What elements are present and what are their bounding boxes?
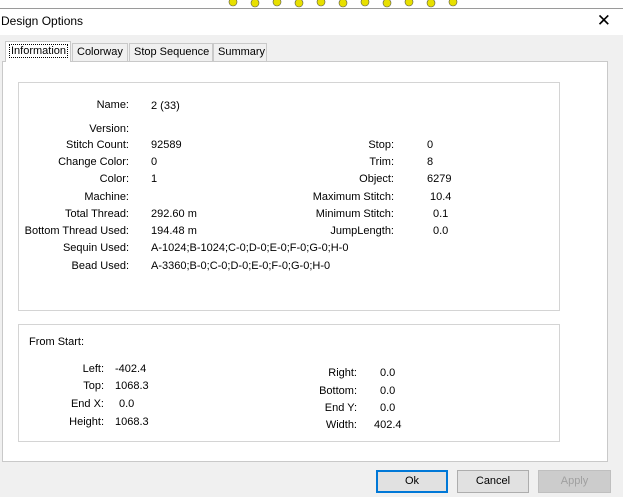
bottom-thread-label: Bottom Thread Used:: [24, 225, 129, 237]
name-label: Name:: [96, 99, 129, 111]
bottom-label: Bottom:: [319, 385, 357, 397]
bead-value: A-3360;B-0;C-0;D-0;E-0;F-0;G-0;H-0: [151, 260, 331, 272]
sequin-value: A-1024;B-1024;C-0;D-0;E-0;F-0;G-0;H-0: [151, 242, 349, 254]
stop-label: Stop:: [368, 139, 394, 151]
sequin-label: Sequin Used:: [62, 242, 129, 254]
bottom-thread-value: 194.48 m: [151, 225, 197, 237]
apply-button[interactable]: Apply: [538, 470, 611, 493]
dialog-title: Design Options: [1, 14, 84, 28]
cancel-button[interactable]: Cancel: [457, 470, 529, 493]
title-bar: Design Options ✕: [0, 9, 623, 35]
ok-button[interactable]: Ok: [376, 470, 448, 493]
width-label: Width:: [325, 419, 357, 431]
bead-label: Bead Used:: [71, 260, 129, 272]
max-stitch-value: 10.4: [430, 191, 452, 203]
machine-label: Machine:: [84, 191, 129, 203]
end-x-label: End X:: [70, 398, 104, 410]
right-value: 0.0: [380, 367, 396, 379]
height-label: Height:: [69, 416, 104, 428]
tab-information[interactable]: Information: [5, 41, 71, 62]
stitch-count-label: Stitch Count:: [66, 139, 129, 151]
jump-length-label: JumpLength:: [330, 225, 394, 237]
total-thread-label: Total Thread:: [64, 208, 129, 220]
bottom-value: 0.0: [380, 385, 396, 397]
from-start-group: From Start: Left: -402.4 Top: 1068.3 End…: [18, 324, 560, 442]
color-value: 1: [151, 173, 158, 185]
tab-summary-label: Summary: [218, 46, 266, 58]
right-label: Right:: [328, 367, 357, 379]
jump-length-value: 0.0: [433, 225, 449, 237]
tab-colorway-label: Colorway: [77, 46, 123, 58]
tab-stop-sequence-label: Stop Sequence: [134, 46, 210, 58]
close-icon[interactable]: ✕: [597, 12, 611, 29]
width-value: 402.4: [374, 419, 402, 431]
change-color-label: Change Color:: [58, 156, 129, 168]
left-value: -402.4: [115, 363, 147, 375]
tab-stop-sequence[interactable]: Stop Sequence: [129, 43, 213, 61]
object-value: 6279: [427, 173, 452, 185]
information-panel: Name: 2 (33) Version: Stitch Count: 9258…: [2, 61, 608, 462]
tab-information-label: Information: [8, 44, 69, 58]
change-color-value: 0: [151, 156, 158, 168]
embroidery-preview-decoration: [228, 0, 458, 8]
top-label: Top:: [83, 380, 104, 392]
background-app-strip: [0, 0, 623, 8]
max-stitch-label: Maximum Stitch:: [312, 191, 394, 203]
stop-value: 0: [427, 139, 434, 151]
min-stitch-label: Minimum Stitch:: [315, 208, 394, 220]
object-label: Object:: [359, 173, 394, 185]
height-value: 1068.3: [115, 416, 149, 428]
version-label: Version:: [89, 123, 129, 135]
end-x-value: 0.0: [119, 398, 135, 410]
name-value: 2 (33): [151, 100, 180, 112]
stitch-count-value: 92589: [151, 139, 182, 151]
color-label: Color:: [99, 173, 129, 185]
min-stitch-value: 0.1: [433, 208, 449, 220]
tab-summary[interactable]: Summary: [213, 43, 267, 61]
trim-value: 8: [427, 156, 434, 168]
tab-colorway[interactable]: Colorway: [72, 43, 128, 61]
total-thread-value: 292.60 m: [151, 208, 197, 220]
end-y-value: 0.0: [380, 402, 396, 414]
left-label: Left:: [82, 363, 104, 375]
trim-label: Trim:: [369, 156, 394, 168]
from-start-heading: From Start:: [29, 336, 85, 348]
top-value: 1068.3: [115, 380, 149, 392]
design-info-group: Name: 2 (33) Version: Stitch Count: 9258…: [18, 82, 560, 311]
design-options-dialog: Design Options ✕ Information Colorway St…: [0, 8, 623, 497]
end-y-label: End Y:: [324, 402, 357, 414]
